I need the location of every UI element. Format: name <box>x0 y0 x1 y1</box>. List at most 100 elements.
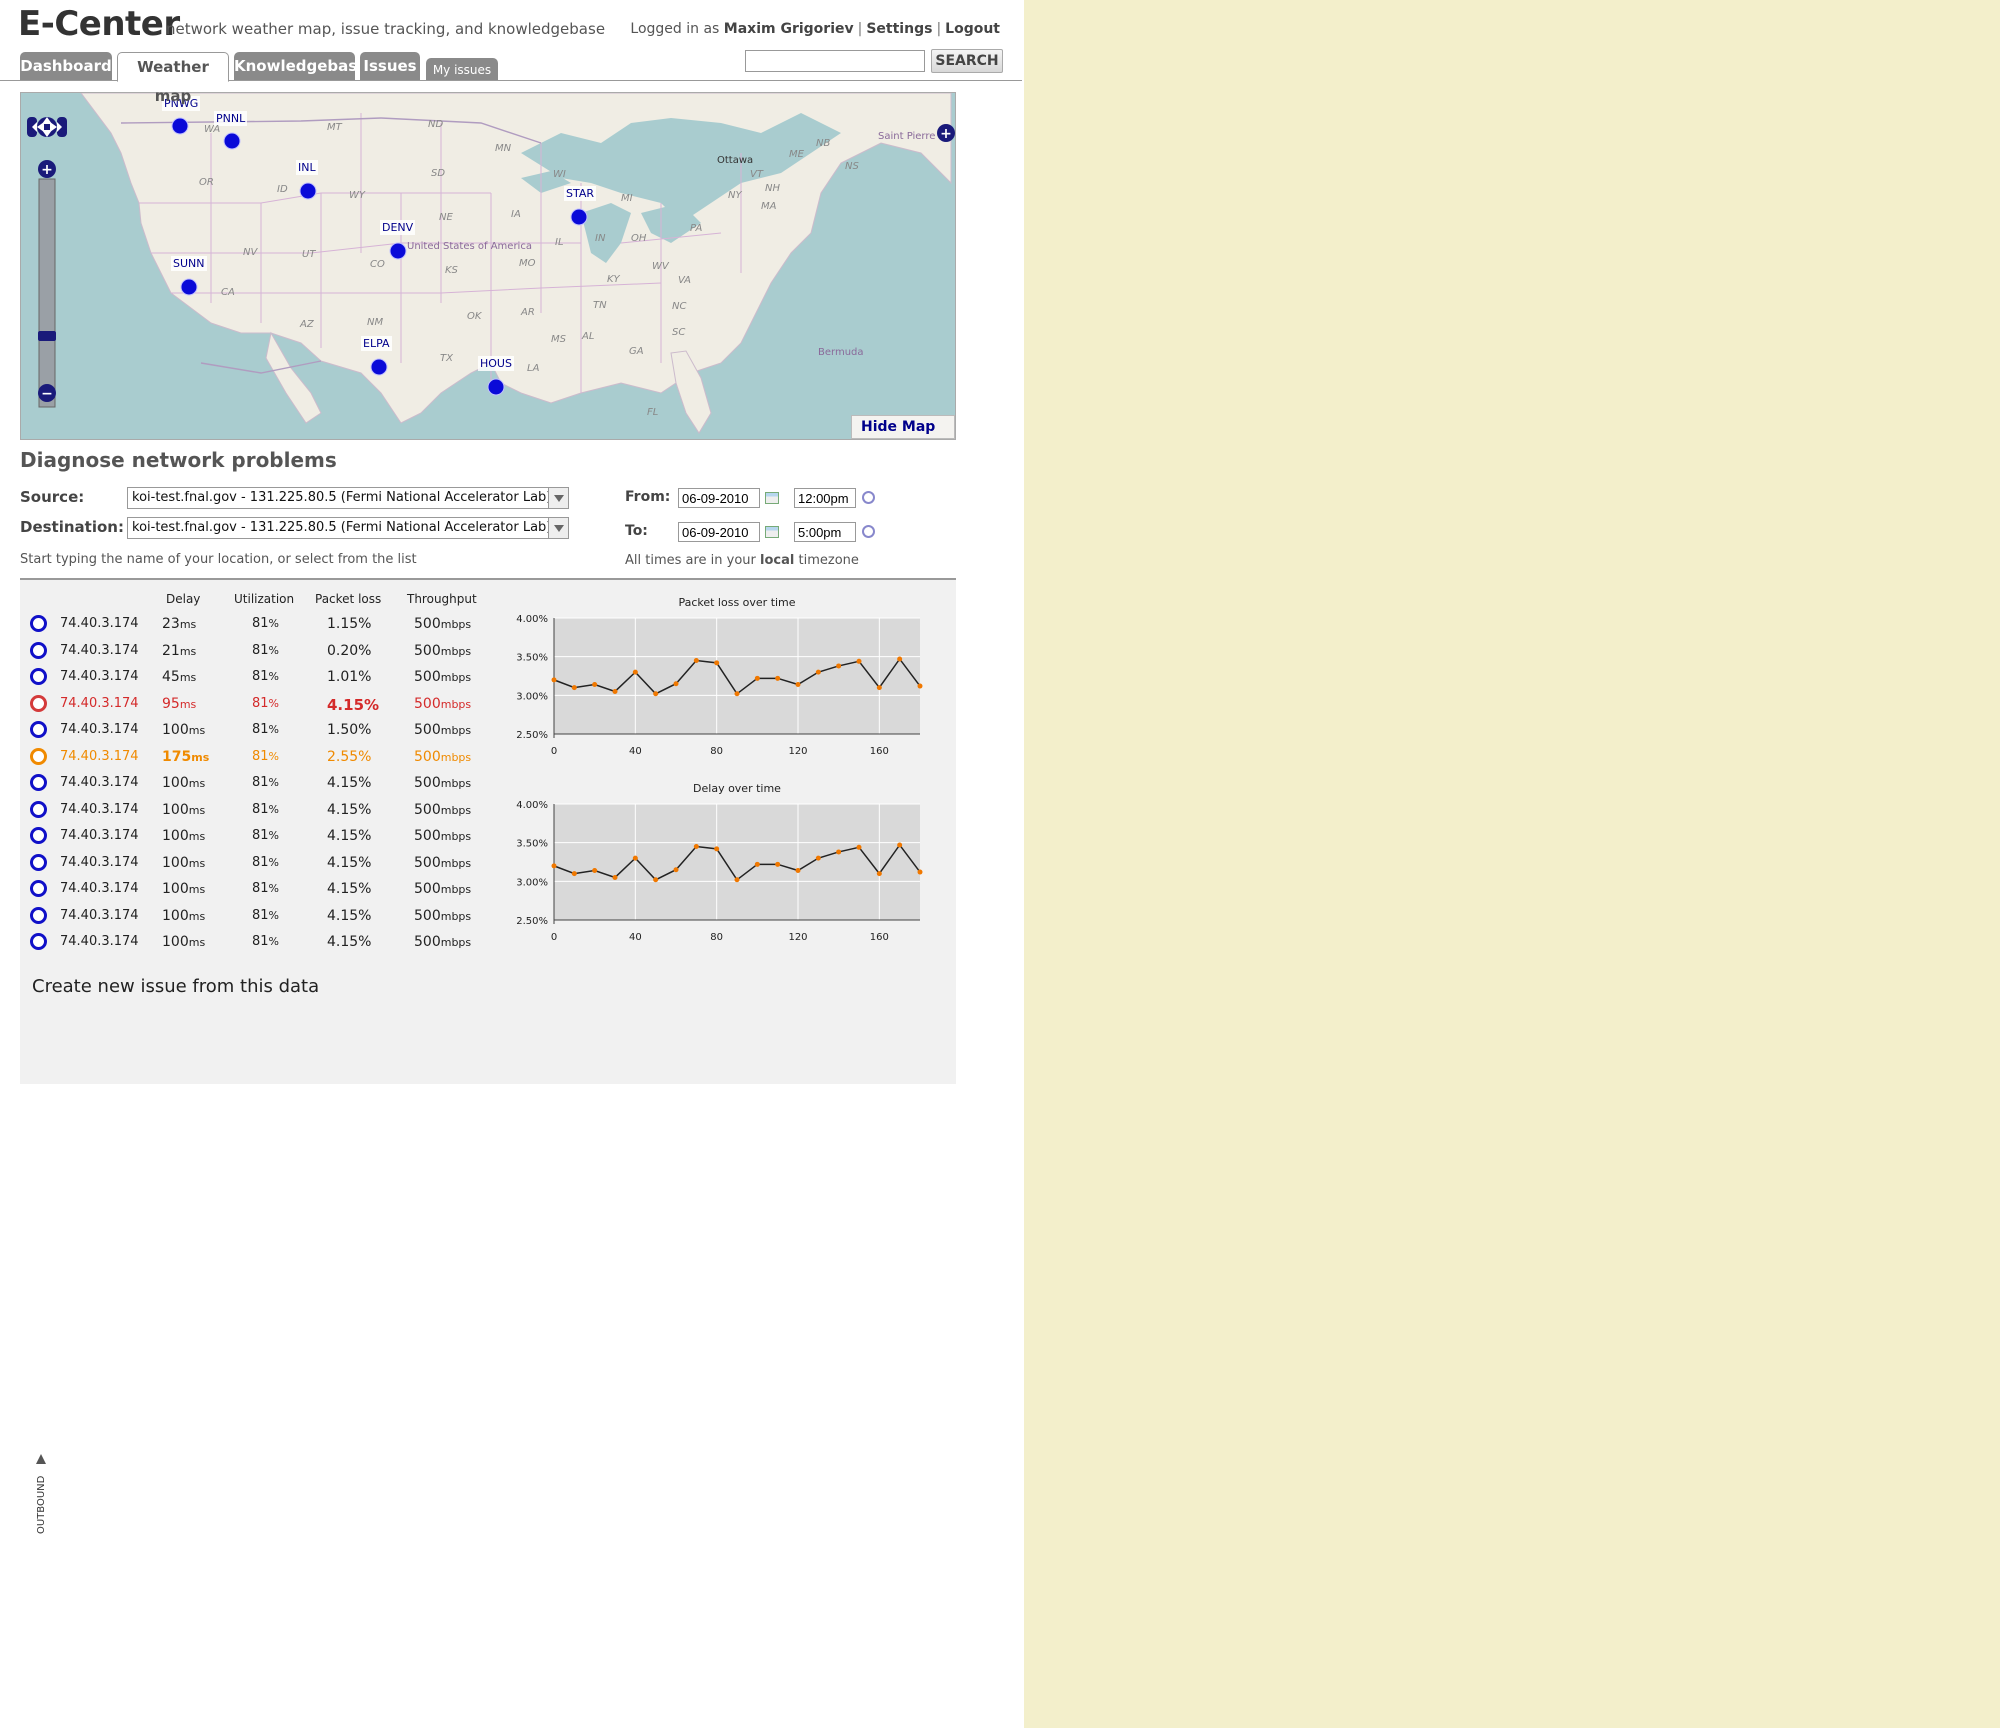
data-point <box>693 658 699 664</box>
state-label: IA <box>511 209 521 220</box>
weather-map[interactable]: + − + PNWG PNN <box>20 92 956 440</box>
data-point <box>876 685 882 691</box>
site-label-denv[interactable]: DENV <box>380 220 416 235</box>
chevron-down-icon[interactable] <box>548 518 568 538</box>
pan-control[interactable] <box>27 117 67 137</box>
from-date-input[interactable] <box>678 488 760 508</box>
to-date-input[interactable] <box>678 522 760 542</box>
status-ring-icon[interactable] <box>30 853 47 871</box>
status-ring-icon[interactable] <box>30 668 47 685</box>
y-tick-label: 2.50% <box>516 916 548 927</box>
calendar-icon[interactable] <box>765 526 779 538</box>
logout-link[interactable]: Logout <box>945 21 1000 37</box>
table-row[interactable]: 74.40.3.174 100ms 81% 4.15% 500mbps <box>20 824 500 848</box>
tab-knowledgebase[interactable]: Knowledgebase <box>234 52 367 81</box>
row-ip: 74.40.3.174 <box>60 669 139 684</box>
data-point <box>571 685 577 691</box>
logged-in-label: Logged in as <box>630 21 720 37</box>
chevron-down-icon[interactable] <box>548 488 568 508</box>
table-row[interactable]: 74.40.3.174 175ms 81% 2.55% 500mbps <box>20 745 500 769</box>
data-point <box>754 675 760 681</box>
row-delay: 95ms <box>162 695 197 712</box>
site-pnwg-marker[interactable] <box>171 117 189 135</box>
table-row[interactable]: 74.40.3.174 95ms 81% 4.15% 500mbps <box>20 692 500 716</box>
clock-icon[interactable] <box>862 491 875 504</box>
source-combobox[interactable]: koi-test.fnal.gov - 131.225.80.5 (Fermi … <box>127 487 569 509</box>
table-row[interactable]: 74.40.3.174 100ms 81% 4.15% 500mbps <box>20 904 500 928</box>
tab-issues[interactable]: Issues <box>360 52 420 81</box>
site-star-marker[interactable] <box>570 208 588 226</box>
table-row[interactable]: 74.40.3.174 100ms 81% 4.15% 500mbps <box>20 877 500 901</box>
status-ring-icon[interactable] <box>30 747 47 765</box>
column-header-delay: Delay <box>166 592 201 606</box>
user-name[interactable]: Maxim Grigoriev <box>724 21 854 37</box>
settings-link[interactable]: Settings <box>866 21 932 37</box>
status-ring-icon[interactable] <box>30 880 47 897</box>
state-label: IL <box>555 237 564 248</box>
table-row[interactable]: 74.40.3.174 100ms 81% 4.15% 500mbps <box>20 930 500 954</box>
chart-title: Packet loss over time <box>678 596 795 609</box>
site-denv-marker[interactable] <box>389 242 407 260</box>
table-row[interactable]: 74.40.3.174 45ms 81% 1.01% 500mbps <box>20 665 500 689</box>
tab-weather-map[interactable]: Weather map <box>117 52 229 105</box>
row-packet-loss: 4.15% <box>327 828 372 844</box>
search-input[interactable] <box>745 50 925 72</box>
to-time-input[interactable] <box>794 522 856 542</box>
column-header-throughput: Throughput <box>407 592 477 606</box>
site-label-hous[interactable]: HOUS <box>478 356 514 371</box>
svg-text:+: + <box>940 126 952 142</box>
site-inl-marker[interactable] <box>299 182 317 200</box>
outbound-tab[interactable]: OUTBOUND <box>34 1452 48 1542</box>
app-logo[interactable]: E-Center <box>18 4 180 44</box>
row-throughput: 500mbps <box>414 934 472 950</box>
tab-dashboard[interactable]: Dashboard <box>20 52 112 81</box>
site-label-inl[interactable]: INL <box>296 160 318 175</box>
site-sunn-marker[interactable] <box>180 278 198 296</box>
data-point <box>917 683 923 689</box>
search-button[interactable]: SEARCH <box>931 49 1003 73</box>
site-label-elpa[interactable]: ELPA <box>361 336 392 351</box>
row-delay: 100ms <box>162 881 206 897</box>
y-tick-label: 3.00% <box>516 877 548 888</box>
data-point <box>551 677 557 683</box>
row-utilization: 81% <box>252 695 279 711</box>
site-hous-marker[interactable] <box>487 378 505 396</box>
calendar-icon[interactable] <box>765 492 779 504</box>
status-ring-icon[interactable] <box>30 641 47 659</box>
table-row[interactable]: 74.40.3.174 23ms 81% 1.15% 500mbps <box>20 612 500 636</box>
table-row[interactable]: 74.40.3.174 100ms 81% 4.15% 500mbps <box>20 771 500 795</box>
site-elpa-marker[interactable] <box>370 358 388 376</box>
state-label: TX <box>440 353 453 364</box>
from-label: From: <box>625 489 671 505</box>
status-ring-icon[interactable] <box>30 615 47 632</box>
destination-combobox[interactable]: koi-test.fnal.gov - 131.225.80.5 (Fermi … <box>127 517 569 539</box>
status-ring-icon[interactable] <box>30 774 47 791</box>
table-row[interactable]: 74.40.3.174 100ms 81% 4.15% 500mbps <box>20 851 500 875</box>
row-packet-loss: 2.55% <box>327 748 372 765</box>
table-row[interactable]: 74.40.3.174 100ms 81% 1.50% 500mbps <box>20 718 500 742</box>
state-label: NH <box>765 183 780 194</box>
row-ip: 74.40.3.174 <box>60 642 139 658</box>
status-ring-icon[interactable] <box>30 800 47 818</box>
status-ring-icon[interactable] <box>30 721 47 738</box>
create-issue-link[interactable]: Create new issue from this data <box>32 976 319 997</box>
from-time-input[interactable] <box>794 488 856 508</box>
site-label-star[interactable]: STAR <box>564 186 597 201</box>
state-label: WY <box>349 190 365 201</box>
site-label-sunn[interactable]: SUNN <box>171 256 207 271</box>
clock-icon[interactable] <box>862 525 875 538</box>
tab-my-issues[interactable]: My issues <box>426 58 498 81</box>
zoom-control[interactable]: + − <box>38 160 56 408</box>
row-delay: 100ms <box>162 775 206 791</box>
status-ring-icon[interactable] <box>30 694 47 712</box>
status-ring-icon[interactable] <box>30 933 47 950</box>
site-pnnl-marker[interactable] <box>223 132 241 150</box>
status-ring-icon[interactable] <box>30 827 47 844</box>
data-point <box>897 656 903 662</box>
table-row[interactable]: 74.40.3.174 21ms 81% 0.20% 500mbps <box>20 639 500 663</box>
hide-map-button[interactable]: Hide Map ︽ <box>851 415 955 439</box>
status-ring-icon[interactable] <box>30 906 47 924</box>
x-tick-label: 160 <box>870 746 889 757</box>
table-row[interactable]: 74.40.3.174 100ms 81% 4.15% 500mbps <box>20 798 500 822</box>
layer-switcher-button[interactable]: + <box>937 124 955 142</box>
